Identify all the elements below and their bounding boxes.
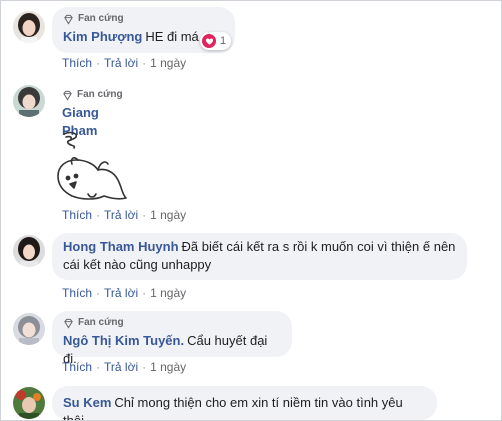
comment-thread: Fan cứng Kim Phượng HE đi má 1 Thích · Trả …	[0, 0, 502, 421]
cartoon-pig-sticker[interactable]	[52, 128, 132, 211]
timestamp[interactable]: 1 ngày	[150, 56, 186, 70]
comment-bubble: Fan cứng Ngô Thị Kim Tuyến. Cẩu huyết đại…	[52, 311, 292, 366]
badge-label: Fan cứng	[78, 317, 124, 328]
comment-text: Hong Tham Huynh Đã biết cái kết ra s rồi …	[63, 238, 456, 274]
badge-label: Fan cứng	[77, 89, 123, 100]
reply-link[interactable]: Trả lời	[104, 208, 138, 222]
avatar[interactable]	[13, 85, 45, 117]
like-link[interactable]: Thích	[62, 56, 92, 70]
diamond-icon	[63, 90, 72, 101]
comment-author[interactable]: Su Kem	[63, 395, 111, 410]
comment-body: HE đi má	[145, 29, 199, 44]
timestamp[interactable]: 1 ngày	[150, 208, 186, 222]
reaction-count: 1	[220, 35, 227, 47]
like-link[interactable]: Thích	[62, 360, 92, 374]
fan-badge: Fan cứng	[63, 13, 224, 25]
heart-icon	[202, 34, 216, 48]
reply-link[interactable]: Trả lời	[104, 360, 138, 374]
reply-link[interactable]: Trả lời	[104, 286, 138, 300]
comment-author[interactable]: Kim Phượng	[63, 29, 142, 44]
timestamp[interactable]: 1 ngày	[150, 286, 186, 300]
diamond-icon	[64, 318, 73, 329]
reaction-badge[interactable]: 1	[200, 32, 232, 50]
avatar[interactable]	[13, 313, 45, 345]
comment-actions: Thích · Trả lời · 1 ngày	[62, 286, 187, 300]
comment-actions: Thích · Trả lời · 1 ngày	[62, 360, 187, 374]
comment-bubble: Su Kem Chỉ mong thiện cho em xin tí niềm …	[52, 386, 437, 420]
fan-badge: Fan cứng	[63, 317, 281, 329]
avatar[interactable]	[13, 387, 45, 419]
comment-author[interactable]: Ngô Thị Kim Tuyến.	[63, 333, 184, 348]
comment-bubble: Hong Tham Huynh Đã biết cái kết ra s rồi …	[52, 233, 467, 280]
fan-badge: Fan cứng	[62, 89, 137, 101]
reply-link[interactable]: Trả lời	[104, 56, 138, 70]
comment-author[interactable]: Hong Tham Huynh	[63, 239, 179, 254]
like-link[interactable]: Thích	[62, 208, 92, 222]
comment-header: Fan cứng Giang Pham	[52, 85, 147, 138]
comment-body: Chỉ mong thiện cho em xin tí niềm tin và…	[63, 395, 403, 421]
like-link[interactable]: Thích	[62, 286, 92, 300]
avatar[interactable]	[13, 11, 45, 43]
comment-actions: Thích · Trả lời · 1 ngày	[62, 208, 187, 222]
diamond-icon	[64, 14, 73, 25]
avatar[interactable]	[13, 235, 45, 267]
timestamp[interactable]: 1 ngày	[150, 360, 186, 374]
badge-label: Fan cứng	[78, 13, 124, 24]
comment-text: Su Kem Chỉ mong thiện cho em xin tí niềm …	[63, 394, 426, 421]
comment-actions: Thích · Trả lời · 1 ngày	[62, 56, 187, 70]
